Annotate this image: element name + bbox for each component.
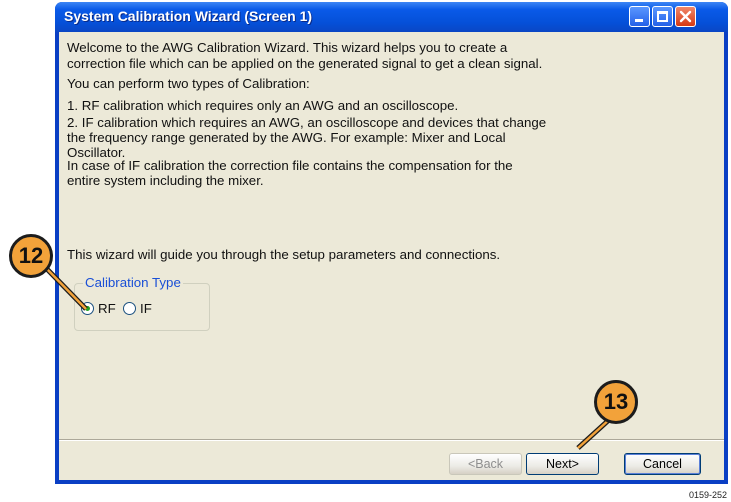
callout-leaders bbox=[42, 264, 613, 450]
callout-13-badge: 13 bbox=[594, 380, 638, 424]
figure-code: 0159-252 bbox=[688, 490, 727, 500]
callout-12-badge: 12 bbox=[9, 234, 53, 278]
